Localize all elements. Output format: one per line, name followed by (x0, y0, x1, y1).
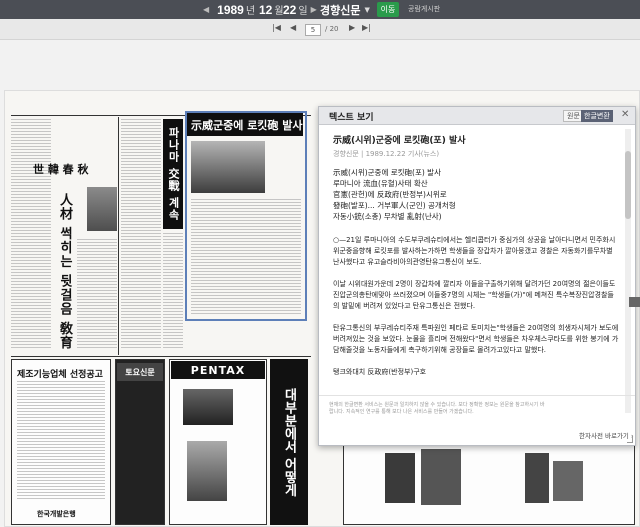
column-headline: 파나마 交戰 계속 (163, 119, 183, 229)
article-paragraph: 탱크와대치 反政府(반정부)구호 (333, 368, 427, 376)
next-page-icon[interactable]: ▶ (349, 23, 355, 32)
portrait-photo (87, 187, 117, 231)
prev-year-icon[interactable]: ◀ (203, 5, 209, 14)
rule-line (11, 356, 311, 357)
ad-column (115, 359, 165, 525)
resize-handle-icon[interactable] (627, 437, 633, 443)
month-value: 12 (259, 2, 273, 17)
article-paragraph: ○—21일 루마니아의 수도부쿠레슈티에서는 헬리콥터가 중심가의 상공을 날아… (333, 236, 616, 266)
bank-name: 한국개발은행 (37, 510, 76, 518)
article-text (121, 119, 161, 349)
pentax-logo: PENTAX (171, 361, 265, 379)
page-number-input[interactable]: 5 (305, 24, 321, 36)
article-text (163, 233, 183, 349)
side-headline: 人材 썩히는 뒷걸음 敎育 (57, 193, 72, 350)
summary-line: 示威(시위)군중에 로킷砲(포) 발사 (333, 168, 441, 177)
product-photo (385, 453, 415, 503)
board-link[interactable]: 공람게시판 (408, 4, 440, 14)
masthead: 世 韓 春 秋 (33, 163, 89, 176)
side-panel-toggle[interactable] (629, 297, 640, 307)
month-selector[interactable]: 12 월 (259, 0, 284, 19)
rule-line (118, 117, 119, 355)
year-unit: 년 (245, 6, 256, 17)
article-headline: 示威군중에 로킷砲 발사 (187, 113, 303, 136)
camera-photo (183, 389, 233, 425)
vertical-ad: 대부분에서 어떻게 (270, 359, 308, 525)
summary-line: 자동小銃(소총) 무차별 亂射(난사) (333, 212, 442, 221)
summary-line: 루마니아 流血(유혈)사태 확산 (333, 179, 428, 188)
summary-line: 發砲(발포)... 거부軍人(군인) 공개처형 (333, 201, 456, 210)
year-value: 1989 (217, 2, 244, 17)
dropdown-arrow-icon: ▼ (364, 5, 370, 14)
hangul-convert-button[interactable]: 한글변환 (581, 110, 613, 122)
pentax-logo-text: PENTAX (190, 363, 246, 377)
article-title: 示威(시위)군중에 로킷砲(포) 발사 (333, 136, 466, 146)
popup-header: 텍스트 보기 원문 한글변환 ✕ (319, 107, 635, 125)
footer-note: 현재의 한글변환 서비스는 원문과 일치하지 않을 수 있습니다. 보다 정확한… (329, 402, 545, 415)
ad-headline: 토요신문 (117, 363, 163, 381)
article-text (191, 199, 301, 315)
article-meta: 경향신문 | 1989.12.22 기사(뉴스) (333, 150, 440, 158)
article-text (11, 119, 51, 349)
notice-text (17, 381, 105, 501)
product-photo (421, 449, 461, 505)
page-navigation-bar: |◀ ◀ 5 / 20 ▶ ▶| (0, 19, 640, 40)
popup-footer: 현재의 한글변환 서비스는 원문과 일치하지 않을 수 있습니다. 보다 정확한… (319, 395, 635, 445)
ad-headline-text: 토요신문 (125, 367, 155, 377)
year-selector[interactable]: ◀ 1989 년 (203, 0, 255, 19)
article-paragraph: 탄유그통신의 부쿠레슈티주재 특파원인 페타르 토미치는"학생들은 20여명의 … (333, 324, 619, 354)
vertical-ad-text: 대부분에서 어떻게 (281, 387, 297, 497)
notice-title: 제조기능업체 선정공고 (17, 370, 103, 380)
crowd-photo (191, 141, 265, 193)
summary-line: 官憲(관헌)에 反政府(반정부)시위로 (333, 190, 447, 199)
day-selector[interactable]: 22 일 ▶ (283, 0, 317, 19)
newspaper-select[interactable]: 경향신문 ▼ (320, 2, 370, 17)
scrollbar-thumb[interactable] (625, 151, 631, 219)
first-page-icon[interactable]: |◀ (272, 23, 281, 32)
prev-page-icon[interactable]: ◀ (290, 23, 296, 32)
product-photo (525, 453, 549, 503)
newspaper-name: 경향신문 (320, 3, 361, 17)
article-body: ○—21일 루마니아의 수도부쿠레슈티에서는 헬리콥터가 중심가의 상공을 날아… (333, 235, 619, 389)
close-icon[interactable]: ✕ (621, 109, 629, 120)
page-total: / 20 (325, 25, 339, 33)
popup-title: 텍스트 보기 (329, 113, 374, 123)
article-paragraph: 이날 시위대원가운데 2명이 장갑차에 깔리자 이들을구출하기위해 달려가던 2… (333, 280, 616, 310)
article-summary: 示威(시위)군중에 로킷砲(포) 발사 루마니아 流血(유혈)사태 확산 官憲(… (333, 167, 623, 222)
go-button[interactable]: 이동 (377, 2, 399, 17)
day-unit: 일 (298, 6, 308, 17)
top-toolbar: ◀ 1989 년 12 월 22 일 ▶ 경향신문 ▼ 이동 공람게시판 (0, 0, 640, 19)
day-value: 22 (283, 2, 297, 17)
product-photo (553, 461, 583, 501)
hanja-dictionary-link[interactable]: 한자사전 바로가기 › (579, 430, 634, 440)
camera-photo (187, 441, 227, 501)
next-day-icon[interactable]: ▶ (311, 5, 317, 14)
last-page-icon[interactable]: ▶| (362, 23, 371, 32)
text-view-popup: 텍스트 보기 원문 한글변환 ✕ 示威(시위)군중에 로킷砲(포) 발사 경향신… (318, 106, 636, 446)
article-text (77, 239, 117, 349)
